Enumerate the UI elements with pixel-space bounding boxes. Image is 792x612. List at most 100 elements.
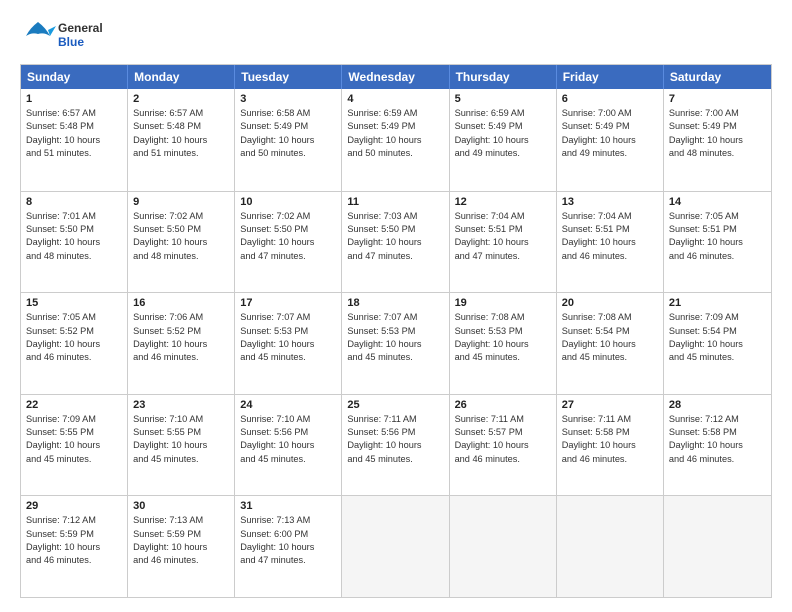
day-number: 26 — [455, 399, 551, 411]
logo: General Blue — [20, 18, 103, 54]
daylight-label: Daylight: 10 hours — [562, 339, 636, 349]
logo-bird-icon — [20, 18, 56, 54]
sunrise-label: Sunrise: 7:04 AM — [455, 211, 525, 221]
day-number: 28 — [669, 399, 766, 411]
daylight-minutes: and 45 minutes. — [347, 454, 412, 464]
daylight-minutes: and 51 minutes. — [26, 148, 91, 158]
calendar-header-day: Saturday — [664, 65, 771, 89]
sunrise-label: Sunrise: 7:07 AM — [347, 312, 417, 322]
day-info: Sunrise: 6:58 AM Sunset: 5:49 PM Dayligh… — [240, 107, 336, 160]
calendar-cell: 14 Sunrise: 7:05 AM Sunset: 5:51 PM Dayl… — [664, 192, 771, 293]
sunrise-label: Sunrise: 7:08 AM — [455, 312, 525, 322]
day-info: Sunrise: 7:09 AM Sunset: 5:55 PM Dayligh… — [26, 413, 122, 466]
daylight-minutes: and 48 minutes. — [26, 251, 91, 261]
day-info: Sunrise: 6:59 AM Sunset: 5:49 PM Dayligh… — [455, 107, 551, 160]
day-number: 1 — [26, 93, 122, 105]
sunrise-label: Sunrise: 7:05 AM — [26, 312, 96, 322]
calendar-cell: 1 Sunrise: 6:57 AM Sunset: 5:48 PM Dayli… — [21, 89, 128, 191]
sunrise-label: Sunrise: 7:03 AM — [347, 211, 417, 221]
daylight-label: Daylight: 10 hours — [669, 440, 743, 450]
sunset-label: Sunset: 5:57 PM — [455, 427, 523, 437]
sunset-label: Sunset: 5:55 PM — [26, 427, 94, 437]
daylight-minutes: and 47 minutes. — [240, 555, 305, 565]
sunset-label: Sunset: 5:53 PM — [240, 326, 308, 336]
sunset-label: Sunset: 5:52 PM — [133, 326, 201, 336]
daylight-minutes: and 46 minutes. — [133, 555, 198, 565]
daylight-label: Daylight: 10 hours — [240, 542, 314, 552]
day-number: 17 — [240, 297, 336, 309]
sunrise-label: Sunrise: 7:09 AM — [26, 414, 96, 424]
daylight-label: Daylight: 10 hours — [240, 135, 314, 145]
calendar-week: 8 Sunrise: 7:01 AM Sunset: 5:50 PM Dayli… — [21, 191, 771, 293]
sunrise-label: Sunrise: 7:05 AM — [669, 211, 739, 221]
daylight-label: Daylight: 10 hours — [347, 339, 421, 349]
daylight-label: Daylight: 10 hours — [240, 339, 314, 349]
sunset-label: Sunset: 5:59 PM — [133, 529, 201, 539]
daylight-label: Daylight: 10 hours — [669, 237, 743, 247]
sunrise-label: Sunrise: 7:01 AM — [26, 211, 96, 221]
calendar-header: SundayMondayTuesdayWednesdayThursdayFrid… — [21, 65, 771, 89]
day-number: 29 — [26, 500, 122, 512]
day-info: Sunrise: 7:12 AM Sunset: 5:58 PM Dayligh… — [669, 413, 766, 466]
daylight-label: Daylight: 10 hours — [26, 237, 100, 247]
daylight-minutes: and 46 minutes. — [26, 352, 91, 362]
day-info: Sunrise: 7:08 AM Sunset: 5:53 PM Dayligh… — [455, 311, 551, 364]
day-number: 7 — [669, 93, 766, 105]
calendar-cell — [450, 496, 557, 597]
day-number: 3 — [240, 93, 336, 105]
calendar-week: 15 Sunrise: 7:05 AM Sunset: 5:52 PM Dayl… — [21, 292, 771, 394]
sunrise-label: Sunrise: 7:11 AM — [347, 414, 416, 424]
sunrise-label: Sunrise: 7:13 AM — [240, 515, 310, 525]
header: General Blue — [20, 18, 772, 54]
daylight-label: Daylight: 10 hours — [133, 135, 207, 145]
sunrise-label: Sunrise: 6:59 AM — [455, 108, 525, 118]
sunset-label: Sunset: 5:50 PM — [347, 224, 415, 234]
calendar-header-day: Tuesday — [235, 65, 342, 89]
page: General Blue SundayMondayTuesdayWednesda… — [0, 0, 792, 612]
sunrise-label: Sunrise: 7:07 AM — [240, 312, 310, 322]
sunset-label: Sunset: 5:48 PM — [26, 121, 94, 131]
daylight-label: Daylight: 10 hours — [562, 237, 636, 247]
daylight-minutes: and 45 minutes. — [562, 352, 627, 362]
calendar-cell: 11 Sunrise: 7:03 AM Sunset: 5:50 PM Dayl… — [342, 192, 449, 293]
calendar-cell: 27 Sunrise: 7:11 AM Sunset: 5:58 PM Dayl… — [557, 395, 664, 496]
calendar-cell: 26 Sunrise: 7:11 AM Sunset: 5:57 PM Dayl… — [450, 395, 557, 496]
calendar-cell: 20 Sunrise: 7:08 AM Sunset: 5:54 PM Dayl… — [557, 293, 664, 394]
calendar-cell: 22 Sunrise: 7:09 AM Sunset: 5:55 PM Dayl… — [21, 395, 128, 496]
day-info: Sunrise: 7:11 AM Sunset: 5:57 PM Dayligh… — [455, 413, 551, 466]
daylight-minutes: and 45 minutes. — [455, 352, 520, 362]
calendar-cell — [557, 496, 664, 597]
daylight-minutes: and 49 minutes. — [562, 148, 627, 158]
sunrise-label: Sunrise: 7:12 AM — [669, 414, 739, 424]
sunset-label: Sunset: 5:56 PM — [240, 427, 308, 437]
day-info: Sunrise: 6:57 AM Sunset: 5:48 PM Dayligh… — [26, 107, 122, 160]
day-number: 30 — [133, 500, 229, 512]
sunset-label: Sunset: 5:53 PM — [455, 326, 523, 336]
daylight-minutes: and 46 minutes. — [669, 454, 734, 464]
sunrise-label: Sunrise: 7:13 AM — [133, 515, 203, 525]
sunset-label: Sunset: 5:48 PM — [133, 121, 201, 131]
sunset-label: Sunset: 5:50 PM — [240, 224, 308, 234]
day-number: 20 — [562, 297, 658, 309]
calendar-cell: 21 Sunrise: 7:09 AM Sunset: 5:54 PM Dayl… — [664, 293, 771, 394]
calendar-week: 1 Sunrise: 6:57 AM Sunset: 5:48 PM Dayli… — [21, 89, 771, 191]
daylight-label: Daylight: 10 hours — [669, 135, 743, 145]
day-number: 14 — [669, 196, 766, 208]
daylight-label: Daylight: 10 hours — [455, 237, 529, 247]
calendar-cell: 12 Sunrise: 7:04 AM Sunset: 5:51 PM Dayl… — [450, 192, 557, 293]
day-number: 2 — [133, 93, 229, 105]
sunset-label: Sunset: 5:49 PM — [455, 121, 523, 131]
daylight-label: Daylight: 10 hours — [240, 440, 314, 450]
day-number: 23 — [133, 399, 229, 411]
daylight-minutes: and 45 minutes. — [240, 454, 305, 464]
sunset-label: Sunset: 5:52 PM — [26, 326, 94, 336]
calendar-cell: 7 Sunrise: 7:00 AM Sunset: 5:49 PM Dayli… — [664, 89, 771, 191]
calendar-header-day: Friday — [557, 65, 664, 89]
calendar-cell: 3 Sunrise: 6:58 AM Sunset: 5:49 PM Dayli… — [235, 89, 342, 191]
calendar-header-day: Thursday — [450, 65, 557, 89]
daylight-minutes: and 51 minutes. — [133, 148, 198, 158]
daylight-minutes: and 45 minutes. — [240, 352, 305, 362]
day-info: Sunrise: 7:00 AM Sunset: 5:49 PM Dayligh… — [669, 107, 766, 160]
daylight-minutes: and 47 minutes. — [347, 251, 412, 261]
calendar-cell: 19 Sunrise: 7:08 AM Sunset: 5:53 PM Dayl… — [450, 293, 557, 394]
